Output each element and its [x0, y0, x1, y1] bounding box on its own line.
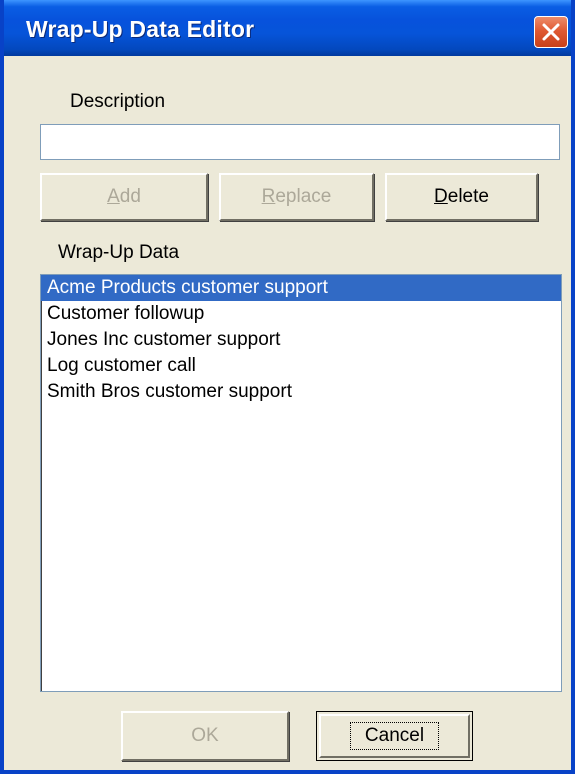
close-icon	[542, 23, 560, 41]
replace-button-mnemonic: R	[261, 186, 276, 207]
wrapup-data-label: Wrap-Up Data	[58, 242, 180, 263]
delete-button[interactable]: Delete	[385, 173, 538, 221]
add-button-label: dd	[119, 186, 141, 207]
description-label: Description	[70, 91, 166, 112]
replace-button-label: eplace	[275, 186, 332, 207]
list-item-log-call[interactable]: Log customer call	[41, 353, 561, 379]
cancel-button-label: Cancel	[349, 722, 440, 750]
add-button[interactable]: Add	[40, 173, 208, 221]
window-title: Wrap-Up Data Editor	[26, 16, 255, 42]
cancel-button[interactable]: Cancel	[316, 711, 473, 761]
replace-button[interactable]: Replace	[219, 173, 374, 221]
delete-button-label: elete	[447, 186, 489, 207]
add-button-mnemonic: A	[107, 186, 120, 207]
list-item-smith[interactable]: Smith Bros customer support	[41, 379, 561, 405]
list-item-jones[interactable]: Jones Inc customer support	[41, 327, 561, 353]
list-item-acme[interactable]: Acme Products customer support	[41, 275, 561, 301]
wrapup-data-list[interactable]: Acme Products customer support Customer …	[40, 274, 562, 692]
title-bar[interactable]: Wrap-Up Data Editor	[4, 0, 571, 56]
ok-button[interactable]: OK	[121, 711, 289, 761]
cancel-button-bevel: Cancel	[319, 714, 470, 758]
close-button[interactable]	[534, 16, 568, 48]
delete-button-mnemonic: D	[434, 186, 448, 207]
dialog-window: Wrap-Up Data Editor Description Add Repl…	[0, 0, 575, 774]
ok-button-label: OK	[191, 725, 219, 746]
list-item-customer-followup[interactable]: Customer followup	[41, 301, 561, 327]
description-input[interactable]	[40, 124, 560, 160]
